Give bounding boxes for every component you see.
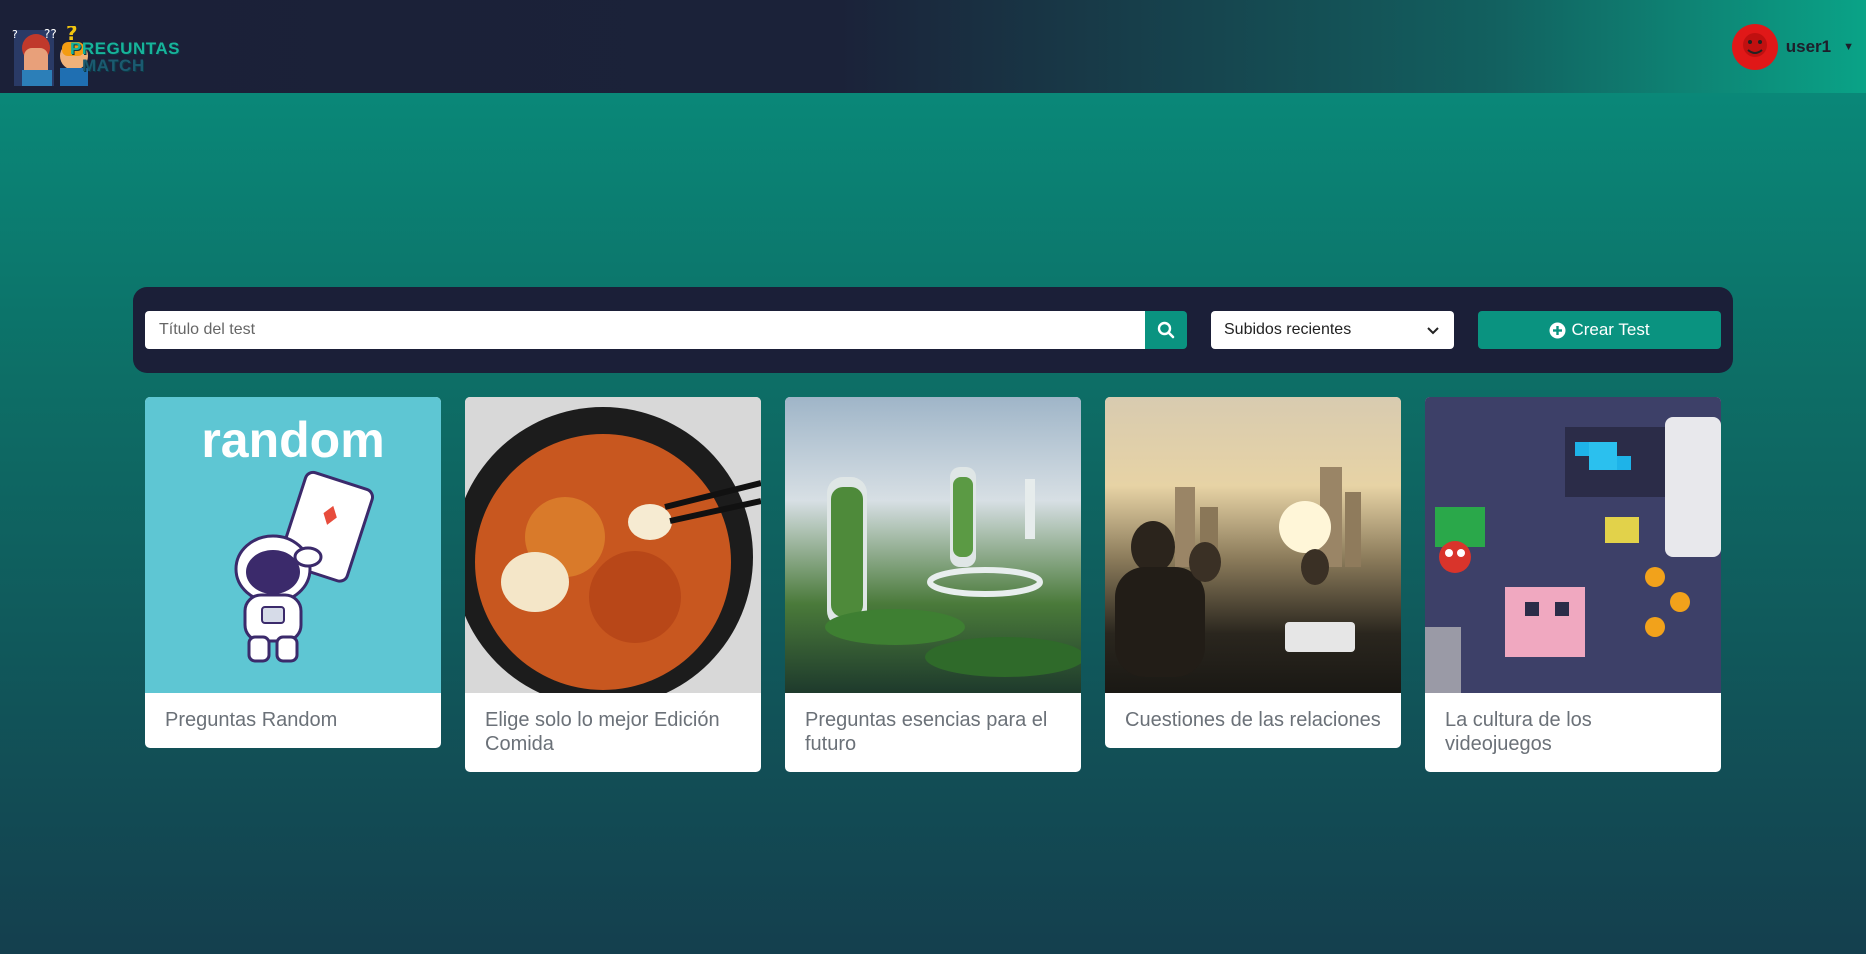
test-card[interactable]: Preguntas esencias para el futuro [785, 397, 1081, 772]
username: user1 [1785, 36, 1832, 56]
card-image-food [465, 397, 761, 693]
card-title: La cultura de los videojuegos [1445, 709, 1592, 755]
logo-line-1: PREGUNTAS [70, 38, 180, 58]
card-title: Preguntas Random [165, 709, 338, 731]
create-test-label: Crear Test [1571, 320, 1650, 339]
sort-select[interactable]: Subidos recientes [1211, 311, 1454, 349]
search-toolbar: Subidos recientes Crear Test [133, 287, 1733, 373]
chevron-down-icon: ▼ [1843, 40, 1854, 53]
sort-select-value: Subidos recientes [1224, 321, 1352, 338]
plus-circle-icon [1549, 322, 1566, 338]
svg-text:?: ? [12, 28, 18, 41]
test-card[interactable]: Cuestiones de las relaciones [1105, 397, 1401, 748]
card-title: Preguntas esencias para el futuro [805, 709, 1048, 755]
videogames-collage-icon [1425, 397, 1721, 693]
navbar: ? ?? ? PREGUNTAS MATCH user1 ▼ [0, 0, 1866, 93]
astronaut-icon [234, 470, 374, 663]
test-card[interactable]: Elige solo lo mejor Edición Comida [465, 397, 761, 772]
card-image-future [785, 397, 1081, 693]
card-image-relationships [1105, 397, 1401, 693]
logo-line-2: MATCH [82, 55, 145, 75]
search-button[interactable] [1145, 311, 1187, 349]
picnic-sunset-icon [1115, 467, 1361, 677]
card-title: Elige solo lo mejor Edición Comida [485, 709, 720, 755]
test-card[interactable]: random Preguntas Random [145, 397, 441, 748]
logo-text: PREGUNTAS MATCH [70, 40, 180, 74]
svg-text:??: ?? [44, 27, 57, 41]
card-image-random: random [145, 397, 441, 693]
search-icon [1157, 321, 1175, 339]
card-image-videogames [1425, 397, 1721, 693]
card-title: Cuestiones de las relaciones [1125, 709, 1381, 731]
chevron-down-icon [1427, 327, 1439, 335]
create-test-button[interactable]: Crear Test [1478, 311, 1721, 349]
futuristic-city-icon [825, 467, 1081, 677]
user-menu[interactable]: user1 ▼ [1731, 23, 1854, 70]
avatar [1731, 23, 1778, 70]
logo[interactable]: ? ?? ? PREGUNTAS MATCH [12, 12, 179, 86]
test-card[interactable]: La cultura de los videojuegos [1425, 397, 1721, 772]
search-input[interactable] [145, 311, 1145, 349]
noodle-bowl-icon [465, 407, 761, 693]
